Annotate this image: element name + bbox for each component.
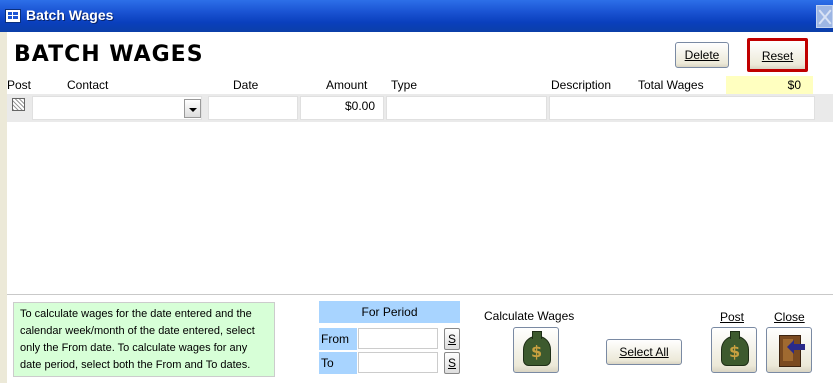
type-field[interactable] (386, 96, 547, 120)
from-select-button[interactable]: S (444, 328, 460, 350)
info-text: To calculate wages for the date entered … (13, 302, 275, 377)
to-label: To (319, 352, 357, 374)
for-period-header: For Period (319, 301, 460, 323)
batch-wages-form: BATCH WAGES Delete Reset Post Contact Da… (7, 32, 833, 383)
page-title: BATCH WAGES (14, 42, 204, 67)
chevron-down-icon[interactable] (184, 99, 201, 118)
amount-value: $0.00 (344, 99, 375, 113)
select-all-button[interactable]: Select All (606, 339, 682, 365)
total-wages-value: $0 (787, 78, 801, 92)
post-button[interactable]: $ (711, 327, 757, 373)
reset-button[interactable]: Reset (747, 38, 808, 72)
calculate-wages-label: Calculate Wages (484, 309, 575, 323)
footer-divider (7, 294, 833, 295)
description-field[interactable] (549, 96, 815, 120)
column-header-amount: Amount (326, 78, 368, 92)
delete-button[interactable]: Delete (675, 42, 729, 68)
column-header-post: Post (7, 78, 32, 92)
close-button[interactable] (766, 327, 812, 373)
from-date-field[interactable] (358, 328, 438, 349)
money-bag-icon: $ (523, 331, 551, 366)
to-select-button[interactable]: S (444, 352, 460, 374)
column-header-total-wages: Total Wages (638, 78, 704, 92)
window-title: Batch Wages (26, 7, 114, 23)
close-label: Close (774, 310, 805, 324)
column-header-contact: Contact (67, 78, 109, 92)
column-header-date: Date (233, 78, 259, 92)
from-label: From (319, 328, 357, 350)
to-date-field[interactable] (358, 352, 438, 373)
close-icon[interactable] (816, 5, 833, 28)
date-field[interactable] (208, 96, 298, 120)
form-icon (5, 9, 21, 23)
post-checkbox[interactable] (12, 98, 25, 111)
money-bag-icon: $ (721, 331, 749, 366)
exit-arrow-icon (787, 340, 805, 354)
contact-combo[interactable] (32, 96, 202, 120)
post-label: Post (720, 310, 745, 324)
window-titlebar: Batch Wages (0, 0, 833, 32)
column-header-type: Type (391, 78, 418, 92)
column-header-description: Description (551, 78, 612, 92)
total-wages-display: $0 (726, 76, 813, 95)
calculate-wages-button[interactable]: $ (513, 327, 559, 373)
